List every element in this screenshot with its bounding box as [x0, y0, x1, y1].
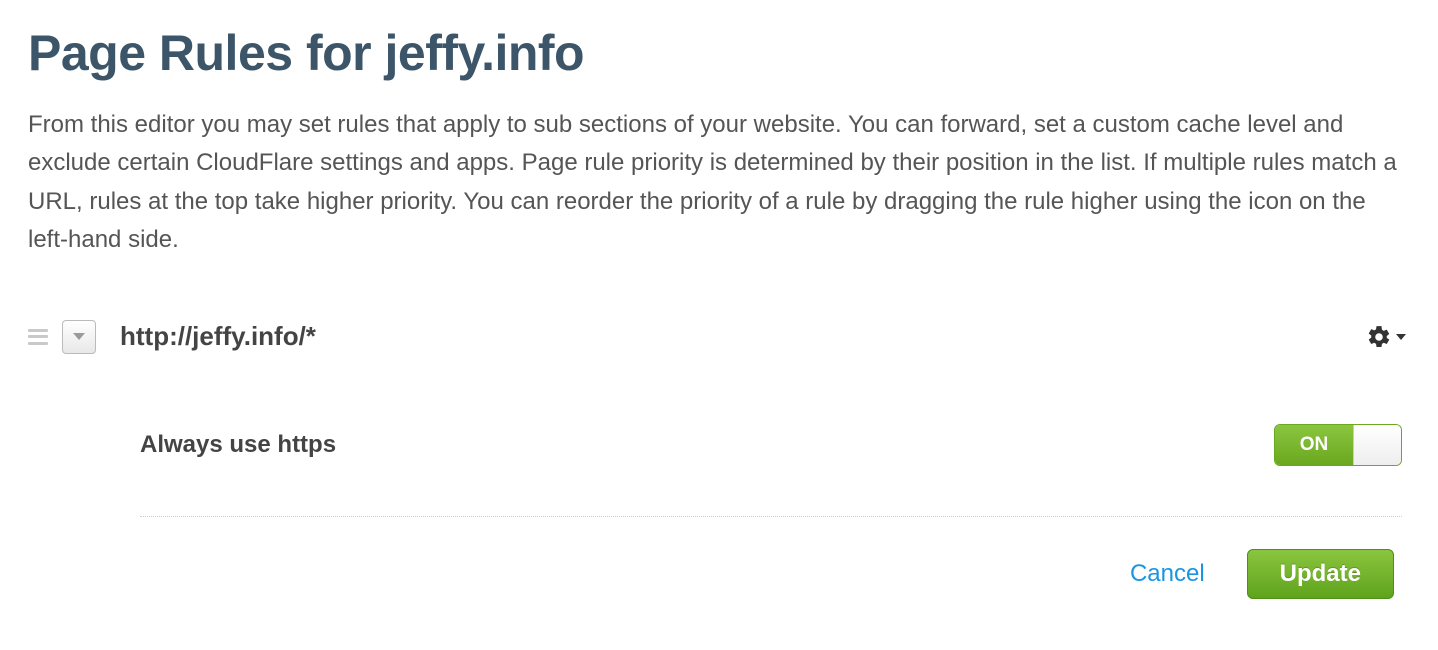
- actions-row: Cancel Update: [140, 549, 1402, 599]
- cancel-button[interactable]: Cancel: [1130, 560, 1205, 588]
- gear-icon: [1366, 324, 1392, 350]
- expand-rule-button[interactable]: [62, 320, 96, 354]
- setting-row-always-https: Always use https ON: [140, 424, 1402, 517]
- rule-url-pattern: http://jeffy.info/*: [120, 321, 1366, 352]
- caret-down-icon: [73, 333, 85, 340]
- drag-handle-icon[interactable]: [28, 329, 48, 345]
- toggle-knob: [1353, 425, 1401, 465]
- update-button[interactable]: Update: [1247, 549, 1394, 599]
- page-description: From this editor you may set rules that …: [28, 106, 1410, 260]
- setting-label: Always use https: [140, 431, 336, 459]
- toggle-on-label: ON: [1275, 425, 1353, 465]
- always-https-toggle[interactable]: ON: [1274, 424, 1402, 466]
- caret-down-icon: [1396, 334, 1406, 340]
- page-title: Page Rules for jeffy.info: [28, 24, 1410, 82]
- rule-header-row: http://jeffy.info/*: [28, 320, 1410, 354]
- rule-settings-menu[interactable]: [1366, 324, 1410, 350]
